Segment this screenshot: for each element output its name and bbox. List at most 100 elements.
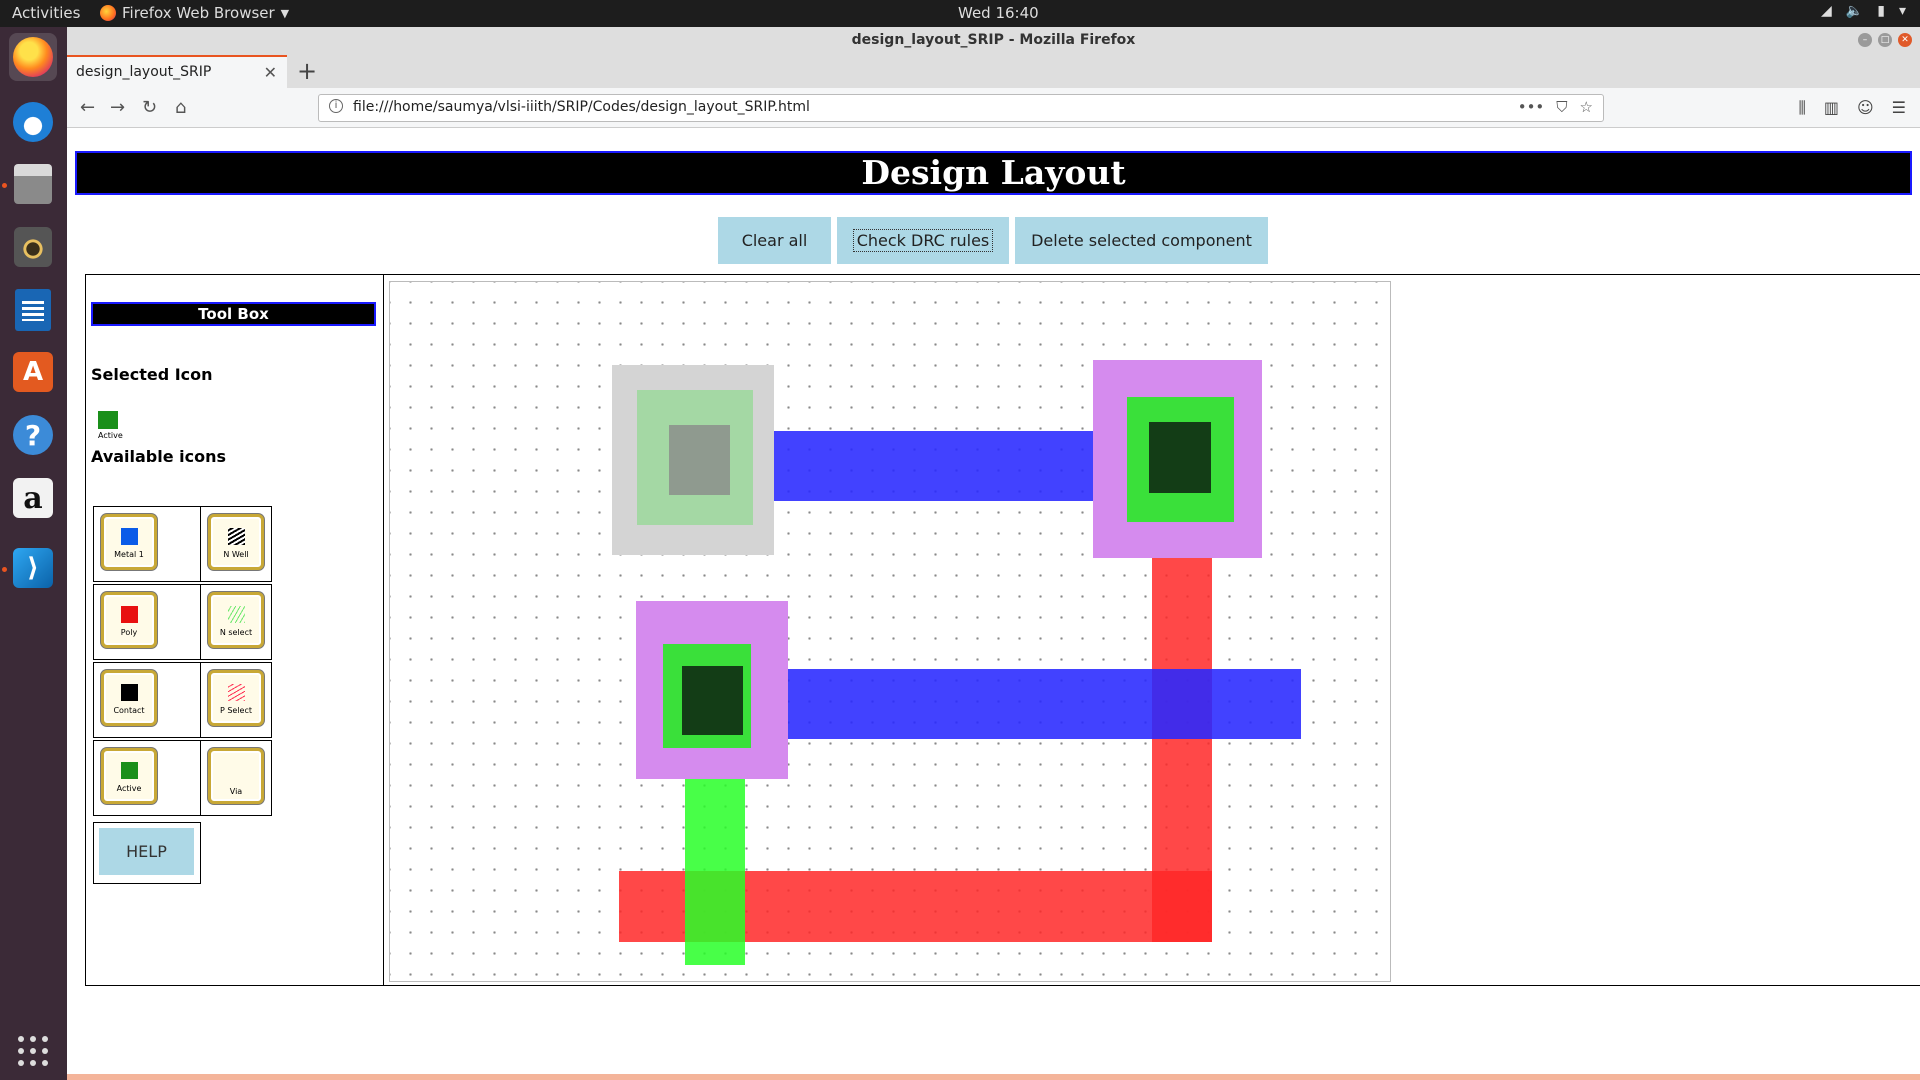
help-button[interactable]: HELP [99, 828, 194, 875]
thunderbird-icon [13, 102, 53, 142]
web-page: Design Layout Clear all Check DRC rules … [67, 128, 1920, 1074]
dock: A ? a ⟩ [0, 27, 67, 1080]
writer-icon [15, 289, 51, 331]
contact-label: Contact [113, 706, 145, 715]
navigation-bar: ← → ↻ ⌂ i file:///home/saumya/vlsi-iiith… [67, 88, 1920, 128]
reload-icon[interactable]: ↻ [142, 97, 157, 118]
via-label: Via [229, 787, 243, 796]
delete-selected-button[interactable]: Delete selected component [1015, 217, 1268, 264]
activities-button[interactable]: Activities [12, 4, 80, 22]
help-icon: ? [13, 415, 53, 455]
bookmark-star-icon[interactable]: ☆ [1580, 98, 1593, 116]
cell-via: Via [200, 740, 272, 816]
dock-firefox[interactable] [9, 33, 57, 81]
contact-upper-right[interactable] [1149, 422, 1211, 493]
active-swatch-icon [121, 762, 138, 779]
poly-swatch-icon [121, 606, 138, 623]
cell-contact: Contact [93, 662, 201, 738]
close-window-icon[interactable]: ✕ [1898, 33, 1912, 47]
url-bar[interactable]: i file:///home/saumya/vlsi-iiith/SRIP/Co… [318, 94, 1604, 122]
contact-lower-left[interactable] [682, 666, 743, 735]
software-center-icon: A [13, 352, 53, 392]
nwell-hatch-icon [228, 528, 245, 545]
workspace-frame: Tool Box Selected Icon Active Available … [85, 274, 1920, 986]
selected-active-swatch [98, 411, 118, 429]
pocket-icon[interactable]: ⛉ [1556, 98, 1567, 116]
layout-canvas[interactable] [389, 281, 1391, 982]
tab-title: design_layout_SRIP [76, 64, 212, 80]
rhythmbox-icon [14, 227, 52, 267]
app-menu-label: Firefox Web Browser [122, 4, 275, 22]
nselect-hatch-icon [228, 606, 245, 623]
contact-tool-button[interactable]: Contact [101, 670, 157, 726]
dock-amazon[interactable]: a [9, 474, 57, 522]
power-menu-icon: ▾ [1898, 3, 1906, 19]
metal1-wire-upper[interactable] [774, 431, 1093, 501]
contact-swatch-icon [121, 684, 138, 701]
dock-writer[interactable] [9, 286, 57, 334]
system-tray[interactable]: ◢ 🔈 ▮ ▾ [1821, 3, 1906, 19]
page-title: Design Layout [75, 151, 1912, 195]
volume-icon: 🔈 [1845, 3, 1864, 19]
close-tab-icon[interactable]: ✕ [264, 63, 277, 82]
cell-metal1: Metal 1 [93, 506, 201, 582]
library-icon[interactable]: ⫼ [1798, 98, 1805, 118]
metal1-wire-lower[interactable] [788, 669, 1301, 739]
metal1-swatch-icon [121, 528, 138, 545]
amazon-icon: a [13, 478, 53, 518]
tab-strip: design_layout_SRIP ✕ + [67, 55, 1920, 88]
caret-down-icon: ▼ [280, 6, 290, 20]
active-wire-vertical[interactable] [685, 779, 745, 965]
clear-all-button[interactable]: Clear all [718, 217, 831, 264]
check-drc-button[interactable]: Check DRC rules [837, 217, 1009, 264]
nwell-label: N Well [223, 550, 249, 559]
contact-faded[interactable] [669, 425, 730, 495]
new-tab-icon[interactable]: + [297, 57, 317, 85]
dock-thunderbird[interactable] [9, 98, 57, 146]
selected-icon-label: Active [98, 431, 123, 440]
metal1-label: Metal 1 [114, 550, 144, 559]
page-actions-icon[interactable]: ••• [1518, 98, 1545, 116]
pselect-tool-button[interactable]: P Select [208, 670, 264, 726]
wifi-icon: ◢ [1821, 3, 1832, 19]
active-tool-button[interactable]: Active [101, 748, 157, 804]
tab-design-layout[interactable]: design_layout_SRIP ✕ [67, 55, 287, 88]
dock-vscode[interactable]: ⟩ [9, 544, 57, 592]
cell-nselect: N select [200, 584, 272, 660]
selected-icon-heading: Selected Icon [91, 365, 213, 384]
running-indicator [2, 183, 7, 188]
toolbox-title: Tool Box [91, 302, 376, 326]
window-titlebar: design_layout_SRIP - Mozilla Firefox – □… [67, 27, 1920, 55]
site-info-icon[interactable]: i [329, 99, 343, 113]
via-swatch-icon [228, 762, 245, 779]
poly-label: Poly [120, 628, 138, 637]
metal1-tool-button[interactable]: Metal 1 [101, 514, 157, 570]
poly-tool-button[interactable]: Poly [101, 592, 157, 648]
dock-files[interactable] [9, 160, 57, 208]
hamburger-menu-icon[interactable]: ☰ [1892, 98, 1906, 118]
available-icons-heading: Available icons [91, 447, 227, 466]
home-icon[interactable]: ⌂ [175, 97, 186, 118]
toolbox-panel: Tool Box Selected Icon Active Available … [86, 275, 384, 985]
firefox-small-icon [100, 5, 116, 21]
nselect-tool-button[interactable]: N select [208, 592, 264, 648]
cell-active: Active [93, 740, 201, 816]
dock-rhythmbox[interactable] [9, 223, 57, 271]
via-tool-button[interactable]: Via [208, 748, 264, 804]
app-menu[interactable]: Firefox Web Browser ▼ [100, 4, 289, 22]
forward-icon[interactable]: → [110, 97, 125, 118]
window-title: design_layout_SRIP - Mozilla Firefox [851, 32, 1136, 48]
nwell-tool-button[interactable]: N Well [208, 514, 264, 570]
sidebar-icon[interactable]: ▥ [1824, 98, 1839, 118]
account-icon[interactable]: ☺ [1857, 98, 1874, 118]
show-applications-icon[interactable] [18, 1036, 48, 1066]
maximize-icon[interactable]: □ [1878, 33, 1892, 47]
active-label: Active [116, 784, 142, 793]
minimize-icon[interactable]: – [1858, 33, 1872, 47]
clock[interactable]: Wed 16:40 [958, 4, 1039, 22]
dock-software[interactable]: A [9, 348, 57, 396]
nselect-label: N select [219, 628, 253, 637]
dock-help[interactable]: ? [9, 411, 57, 459]
back-icon[interactable]: ← [80, 97, 95, 118]
vscode-icon: ⟩ [13, 548, 53, 588]
